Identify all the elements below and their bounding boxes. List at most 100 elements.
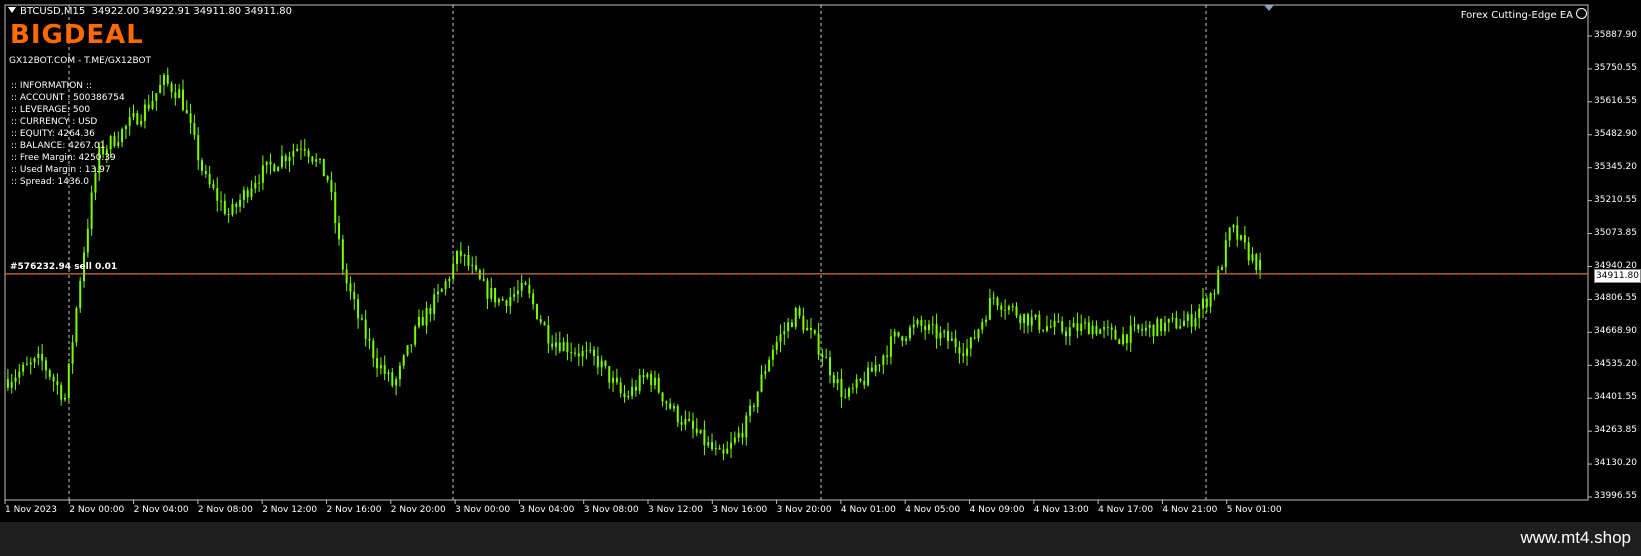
info-line: :: BALANCE: 4267.01 bbox=[11, 141, 106, 151]
candle-body bbox=[787, 322, 790, 332]
candle-body bbox=[1259, 259, 1262, 270]
candle-body bbox=[178, 89, 181, 98]
candle-body bbox=[893, 331, 896, 337]
candle-body bbox=[657, 377, 660, 393]
candle-body bbox=[1099, 329, 1102, 334]
candle-body bbox=[836, 378, 839, 384]
candle-body bbox=[802, 315, 805, 331]
candle-body bbox=[992, 297, 995, 299]
candle-body bbox=[1034, 314, 1037, 318]
candle-body bbox=[1114, 329, 1117, 340]
time-tick-label: 4 Nov 05:00 bbox=[905, 505, 961, 515]
candle-body bbox=[535, 304, 538, 319]
candle-body bbox=[1255, 254, 1258, 270]
candle-body bbox=[695, 428, 698, 434]
candle-body bbox=[627, 395, 630, 398]
candle-body bbox=[962, 353, 965, 356]
candle-body bbox=[570, 352, 573, 354]
candle-body bbox=[829, 357, 832, 376]
candle-body bbox=[905, 338, 908, 341]
candle-body bbox=[916, 320, 919, 325]
price-tick-label: 34806.55 bbox=[1594, 293, 1637, 304]
time-tick-label: 2 Nov 00:00 bbox=[69, 505, 125, 515]
candle-body bbox=[844, 396, 847, 398]
candle-body bbox=[600, 360, 603, 368]
candle-body bbox=[1221, 267, 1224, 270]
candle-body bbox=[1232, 225, 1235, 228]
candle-body bbox=[269, 161, 272, 165]
chart-shift-icon[interactable] bbox=[1264, 5, 1274, 11]
candle-body bbox=[878, 364, 881, 366]
candle-body bbox=[212, 184, 215, 189]
candle-body bbox=[1141, 329, 1144, 331]
candle-body bbox=[364, 319, 367, 339]
candle-body bbox=[280, 155, 283, 168]
time-tick-label: 2 Nov 04:00 bbox=[133, 505, 189, 515]
candle-body bbox=[170, 83, 173, 93]
candle-body bbox=[360, 318, 363, 320]
candle-body bbox=[1160, 318, 1163, 332]
price-chart[interactable]: BTCUSD,M15 34922.00 34922.91 34911.80 34… bbox=[0, 0, 1641, 522]
candle-body bbox=[201, 160, 204, 171]
candle-body bbox=[574, 352, 577, 354]
candle-body bbox=[174, 92, 177, 98]
candle-body bbox=[162, 75, 165, 86]
candle-body bbox=[543, 322, 546, 326]
price-tick-label: 35073.85 bbox=[1594, 227, 1637, 238]
candle-body bbox=[254, 182, 257, 189]
candle-body bbox=[444, 281, 447, 290]
order-label[interactable]: #576232.94 sell 0.01 bbox=[10, 262, 117, 272]
footer-bar bbox=[0, 522, 1641, 556]
time-tick-label: 4 Nov 21:00 bbox=[1162, 505, 1218, 515]
price-tick-label: 35210.55 bbox=[1594, 194, 1637, 205]
chart-canvas[interactable] bbox=[0, 0, 1641, 522]
candle-body bbox=[931, 324, 934, 326]
candle-body bbox=[1068, 327, 1071, 337]
time-tick-label: 1 Nov 2023 bbox=[5, 505, 57, 515]
candle-body bbox=[235, 203, 238, 207]
watermark: www.mt4.shop bbox=[1520, 528, 1631, 547]
candle-body bbox=[813, 330, 816, 334]
candle-body bbox=[1182, 320, 1185, 327]
candle-body bbox=[334, 192, 337, 223]
chart-menu-icon[interactable] bbox=[8, 7, 16, 13]
candle-body bbox=[935, 324, 938, 339]
candle-body bbox=[939, 332, 942, 339]
candle-body bbox=[722, 449, 725, 454]
candle-body bbox=[1045, 326, 1048, 331]
candle-body bbox=[452, 264, 455, 279]
candle-body bbox=[566, 342, 569, 353]
candle-body bbox=[6, 379, 9, 388]
candle-body bbox=[730, 442, 733, 449]
candle-body bbox=[501, 298, 504, 301]
candle-body bbox=[341, 239, 344, 270]
candle-body bbox=[669, 403, 672, 409]
candle-body bbox=[988, 297, 991, 320]
candle-body bbox=[711, 442, 714, 450]
candle-body bbox=[353, 291, 356, 300]
candle-body bbox=[345, 269, 348, 284]
candle-body bbox=[551, 343, 554, 347]
candle-body bbox=[684, 418, 687, 425]
candle-body bbox=[63, 397, 66, 400]
candle-body bbox=[832, 375, 835, 384]
candle-body bbox=[604, 360, 607, 367]
time-tick-label: 3 Nov 04:00 bbox=[519, 505, 575, 515]
candle-body bbox=[1007, 306, 1010, 311]
time-tick-label: 5 Nov 01:00 bbox=[1226, 505, 1282, 515]
candle-body bbox=[634, 386, 637, 391]
candle-body bbox=[1205, 298, 1208, 307]
candle-body bbox=[1072, 323, 1075, 328]
candle-body bbox=[589, 349, 592, 351]
candle-body bbox=[319, 158, 321, 160]
candle-body bbox=[969, 337, 972, 349]
candle-body bbox=[882, 355, 885, 365]
candle-body bbox=[395, 379, 398, 386]
candle-body bbox=[612, 377, 615, 383]
candle-body bbox=[870, 367, 873, 372]
candle-body bbox=[821, 354, 824, 358]
price-tick-label: 34668.90 bbox=[1594, 326, 1637, 337]
candle-body bbox=[851, 387, 854, 389]
candle-body bbox=[147, 104, 150, 109]
candle-body bbox=[771, 349, 774, 360]
